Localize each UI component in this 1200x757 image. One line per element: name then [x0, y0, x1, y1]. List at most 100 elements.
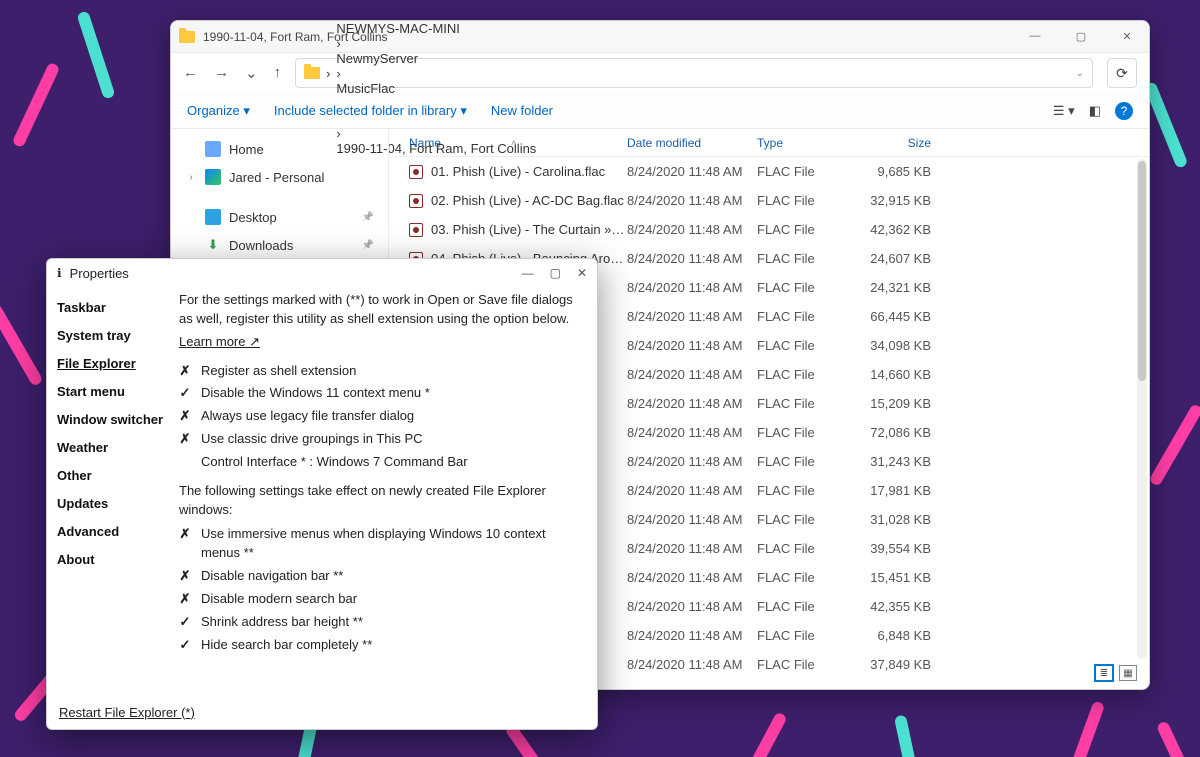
- nav-history-button[interactable]: ⌄: [245, 64, 258, 82]
- nav-back-button[interactable]: ←: [183, 64, 198, 82]
- category-file-explorer[interactable]: File Explorer: [57, 349, 177, 377]
- breadcrumb-segment[interactable]: NEWMYS-MAC-MINI: [336, 21, 536, 36]
- file-date: 8/24/2020 11:48 AM: [627, 483, 757, 498]
- control-interface-line[interactable]: Control Interface * : Windows 7 Command …: [179, 451, 583, 474]
- file-size: 66,445 KB: [857, 309, 955, 324]
- option-label: Shrink address bar height **: [201, 613, 363, 632]
- column-header-date[interactable]: Date modified: [627, 136, 757, 150]
- category-other[interactable]: Other: [57, 461, 177, 489]
- file-date: 8/24/2020 11:48 AM: [627, 570, 757, 585]
- category-system-tray[interactable]: System tray: [57, 321, 177, 349]
- column-header-name[interactable]: Name˄: [409, 136, 627, 150]
- preview-pane-button[interactable]: ◧: [1089, 103, 1101, 119]
- details-view-button[interactable]: ≣: [1095, 665, 1113, 681]
- breadcrumb-segment[interactable]: NewmyServer: [336, 51, 536, 66]
- properties-dialog: ℹ Properties — ▢ ✕ TaskbarSystem trayFil…: [46, 258, 598, 730]
- folder-icon: [179, 31, 195, 43]
- maximize-button[interactable]: ▢: [1067, 30, 1095, 43]
- setting-option[interactable]: ✗Register as shell extension: [179, 360, 583, 383]
- x-icon: ✗: [179, 407, 191, 426]
- file-size: 37,849 KB: [857, 657, 955, 672]
- dialog-titlebar[interactable]: ℹ Properties — ▢ ✕: [47, 259, 597, 287]
- setting-option[interactable]: ✗Always use legacy file transfer dialog: [179, 405, 583, 428]
- chevron-down-icon[interactable]: ⌄: [1076, 68, 1084, 79]
- file-type: FLAC File: [757, 483, 857, 498]
- setting-option[interactable]: ✗ Use classic drive groupings in This PC: [179, 428, 583, 451]
- maximize-button[interactable]: ▢: [550, 266, 561, 280]
- flac-file-icon: [409, 194, 423, 208]
- chevron-right-icon: ›: [336, 36, 340, 51]
- include-in-library-menu[interactable]: Include selected folder in library ▾: [274, 103, 467, 119]
- new-folder-button[interactable]: New folder: [491, 103, 553, 118]
- file-size: 32,915 KB: [857, 193, 955, 208]
- x-icon: ✗: [179, 525, 191, 544]
- category-start-menu[interactable]: Start menu: [57, 377, 177, 405]
- file-type: FLAC File: [757, 193, 857, 208]
- category-updates[interactable]: Updates: [57, 489, 177, 517]
- learn-more-link[interactable]: Learn more ↗: [179, 333, 260, 352]
- folder-icon: [304, 67, 320, 79]
- table-row[interactable]: 01. Phish (Live) - Carolina.flac8/24/202…: [389, 157, 1149, 186]
- chevron-right-icon: ›: [326, 66, 330, 81]
- file-type: FLAC File: [757, 367, 857, 382]
- nav-up-button[interactable]: ↑: [274, 64, 282, 82]
- setting-option[interactable]: ✓Disable the Windows 11 context menu *: [179, 382, 583, 405]
- file-size: 42,362 KB: [857, 222, 955, 237]
- category-window-switcher[interactable]: Window switcher: [57, 405, 177, 433]
- flac-file-icon: [409, 165, 423, 179]
- restart-explorer-link[interactable]: Restart File Explorer (*): [59, 705, 195, 720]
- refresh-button[interactable]: ⟳: [1107, 58, 1137, 88]
- option-label: Disable navigation bar **: [201, 567, 343, 586]
- sidebar-item-label: Jared - Personal: [229, 170, 324, 185]
- setting-option[interactable]: ✓Hide search bar completely **: [179, 634, 583, 657]
- sidebar-item-downloads[interactable]: ⬇ Downloads: [171, 231, 388, 259]
- close-button[interactable]: ✕: [577, 266, 587, 280]
- file-type: FLAC File: [757, 599, 857, 614]
- category-about[interactable]: About: [57, 545, 177, 573]
- minimize-button[interactable]: —: [522, 266, 534, 280]
- category-advanced[interactable]: Advanced: [57, 517, 177, 545]
- file-date: 8/24/2020 11:48 AM: [627, 454, 757, 469]
- setting-option[interactable]: ✗Use immersive menus when displaying Win…: [179, 523, 583, 565]
- column-header-type[interactable]: Type: [757, 136, 857, 150]
- minimize-button[interactable]: —: [1021, 30, 1049, 43]
- file-date: 8/24/2020 11:48 AM: [627, 251, 757, 266]
- file-size: 9,685 KB: [857, 164, 955, 179]
- category-weather[interactable]: Weather: [57, 433, 177, 461]
- column-header-size[interactable]: Size: [857, 136, 955, 150]
- titlebar[interactable]: 1990-11-04, Fort Ram, Fort Collins — ▢ ✕: [171, 21, 1149, 53]
- desktop-icon: [205, 209, 221, 225]
- view-menu-button[interactable]: ☰ ▾: [1053, 103, 1075, 119]
- file-type: FLAC File: [757, 425, 857, 440]
- setting-option[interactable]: ✗Disable modern search bar: [179, 588, 583, 611]
- file-type: FLAC File: [757, 512, 857, 527]
- nav-row: ← → ⌄ ↑ › Network › NEWMYS-MAC-MINI › Ne…: [171, 53, 1149, 93]
- scrollbar[interactable]: [1137, 159, 1147, 659]
- file-type: FLAC File: [757, 541, 857, 556]
- flac-file-icon: [409, 223, 423, 237]
- chevron-right-icon[interactable]: ›: [185, 172, 197, 183]
- category-taskbar[interactable]: Taskbar: [57, 293, 177, 321]
- close-button[interactable]: ✕: [1113, 30, 1141, 43]
- table-row[interactable]: 02. Phish (Live) - AC-DC Bag.flac8/24/20…: [389, 186, 1149, 215]
- sidebar-item-personal[interactable]: › Jared - Personal: [171, 163, 388, 191]
- setting-option[interactable]: ✓Shrink address bar height **: [179, 611, 583, 634]
- x-icon: ✗: [179, 430, 191, 449]
- file-size: 14,660 KB: [857, 367, 955, 382]
- file-date: 8/24/2020 11:48 AM: [627, 599, 757, 614]
- setting-option[interactable]: ✗Disable navigation bar **: [179, 565, 583, 588]
- scrollbar-thumb[interactable]: [1138, 161, 1146, 381]
- check-icon: ✓: [179, 384, 191, 403]
- nav-forward-button[interactable]: →: [214, 64, 229, 82]
- large-icons-view-button[interactable]: ▦: [1119, 665, 1137, 681]
- organize-menu[interactable]: Organize ▾: [187, 103, 250, 119]
- file-type: FLAC File: [757, 338, 857, 353]
- sidebar-item-desktop[interactable]: Desktop: [171, 203, 388, 231]
- file-type: FLAC File: [757, 628, 857, 643]
- address-bar[interactable]: › Network › NEWMYS-MAC-MINI › NewmyServe…: [295, 58, 1093, 88]
- option-label: Use classic drive groupings in This PC: [201, 430, 423, 449]
- table-row[interactable]: 03. Phish (Live) - The Curtain ».flac8/2…: [389, 215, 1149, 244]
- help-button[interactable]: ?: [1115, 102, 1133, 120]
- sidebar-item-home[interactable]: Home: [171, 135, 388, 163]
- file-date: 8/24/2020 11:48 AM: [627, 512, 757, 527]
